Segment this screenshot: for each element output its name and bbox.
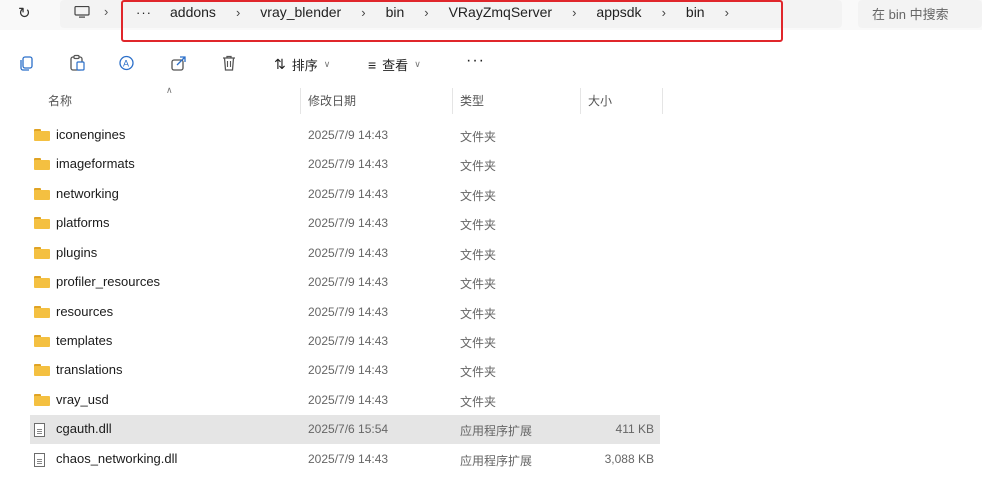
file-date: 2025/7/9 14:43 (308, 216, 389, 230)
list-item-folder[interactable]: networking 2025/7/9 14:43 文件夹 (30, 180, 660, 209)
file-type: 文件夹 (460, 189, 497, 203)
folder-icon (34, 129, 50, 141)
refresh-icon[interactable]: ↻ (18, 4, 31, 22)
file-type: 文件夹 (460, 336, 497, 350)
column-header-name[interactable]: 名称 (48, 92, 72, 109)
file-type: 文件夹 (460, 130, 497, 144)
file-date: 2025/7/9 14:43 (308, 363, 389, 377)
file-name: platforms (56, 215, 110, 230)
sort-icon: ⇅ (274, 56, 286, 72)
file-type: 文件夹 (460, 218, 497, 232)
file-type: 文件夹 (460, 277, 497, 291)
column-header-date[interactable]: 修改日期 (308, 92, 356, 109)
svg-text:A: A (123, 59, 129, 69)
file-type: 文件夹 (460, 248, 497, 262)
view-label: 查看 (382, 58, 409, 73)
chevron-down-icon: ∨ (323, 59, 331, 69)
folder-icon (34, 276, 50, 288)
view-button[interactable]: ≡ 查看 ∨ (368, 55, 421, 74)
file-name: profiler_resources (56, 274, 161, 289)
file-name: iconengines (56, 127, 126, 142)
delete-icon[interactable] (220, 54, 238, 72)
column-header-size[interactable]: 大小 (588, 92, 612, 109)
copy-icon[interactable] (18, 54, 36, 72)
folder-icon (34, 394, 50, 406)
column-header-type[interactable]: 类型 (460, 92, 484, 109)
column-headers: 名称 ∧ 修改日期 类型 大小 (0, 85, 982, 114)
list-item-folder[interactable]: profiler_resources 2025/7/9 14:43 文件夹 (30, 268, 660, 297)
file-type: 文件夹 (460, 365, 497, 379)
file-date: 2025/7/9 14:43 (308, 452, 389, 466)
file-date: 2025/7/6 15:54 (308, 422, 389, 436)
folder-icon (34, 188, 50, 200)
rename-icon[interactable]: A (118, 54, 136, 72)
file-name: imageformats (56, 156, 135, 171)
folder-icon (34, 335, 50, 347)
column-divider[interactable] (300, 88, 301, 114)
file-date: 2025/7/9 14:43 (308, 334, 389, 348)
file-name: chaos_networking.dll (56, 451, 178, 466)
file-date: 2025/7/9 14:43 (308, 128, 389, 142)
file-type: 应用程序扩展 (460, 454, 533, 468)
file-name: plugins (56, 245, 98, 260)
list-item-file[interactable]: chaos_networking.dll 2025/7/9 14:43 应用程序… (30, 445, 660, 474)
chevron-down-icon: ∨ (414, 59, 421, 69)
list-item-folder[interactable]: vray_usd 2025/7/9 14:43 文件夹 (30, 386, 660, 415)
search-input[interactable]: 在 bin 中搜索 (858, 0, 982, 28)
file-type: 应用程序扩展 (460, 424, 533, 438)
column-divider[interactable] (452, 88, 453, 114)
file-name: templates (56, 333, 113, 348)
list-item-folder[interactable]: platforms 2025/7/9 14:43 文件夹 (30, 209, 660, 238)
folder-icon (34, 306, 50, 318)
file-name: translations (56, 362, 123, 377)
list-item-file-selected[interactable]: cgauth.dll 2025/7/6 15:54 应用程序扩展 411 KB (30, 415, 660, 444)
computer-icon[interactable] (74, 6, 90, 18)
list-item-folder[interactable]: iconengines 2025/7/9 14:43 文件夹 (30, 121, 660, 150)
folder-icon (34, 247, 50, 259)
column-divider[interactable] (580, 88, 581, 114)
file-size: 411 KB (615, 422, 654, 436)
sort-button[interactable]: ⇅ 排序 ∨ (274, 55, 330, 74)
column-divider[interactable] (662, 88, 663, 114)
file-date: 2025/7/9 14:43 (308, 157, 389, 171)
folder-icon (34, 217, 50, 229)
dll-file-icon (34, 453, 45, 467)
file-type: 文件夹 (460, 395, 497, 409)
paste-icon[interactable] (68, 54, 86, 72)
sort-label: 排序 (291, 58, 318, 73)
file-type: 文件夹 (460, 159, 497, 173)
command-bar: A ⇅ 排序 ∨ ≡ 查看 ∨ ··· (0, 50, 982, 80)
list-item-folder[interactable]: resources 2025/7/9 14:43 文件夹 (30, 298, 660, 327)
more-options-button[interactable]: ··· (466, 52, 485, 70)
sort-ascending-icon: ∧ (166, 85, 173, 95)
list-item-folder[interactable]: translations 2025/7/9 14:43 文件夹 (30, 356, 660, 385)
list-item-folder[interactable]: plugins 2025/7/9 14:43 文件夹 (30, 239, 660, 268)
list-item-folder[interactable]: templates 2025/7/9 14:43 文件夹 (30, 327, 660, 356)
chevron-right-icon[interactable]: › (104, 4, 108, 19)
dll-file-icon (34, 423, 45, 437)
file-date: 2025/7/9 14:43 (308, 246, 389, 260)
address-bar-area: ↻ › ··· addons › vray_blender › bin › VR… (0, 0, 982, 42)
share-icon[interactable] (170, 54, 188, 72)
file-date: 2025/7/9 14:43 (308, 393, 389, 407)
file-date: 2025/7/9 14:43 (308, 305, 389, 319)
file-date: 2025/7/9 14:43 (308, 187, 389, 201)
file-name: cgauth.dll (56, 421, 112, 436)
file-name: resources (56, 304, 114, 319)
folder-icon (34, 158, 50, 170)
file-name: networking (56, 186, 119, 201)
highlight-box (121, 0, 783, 42)
file-size: 3,088 KB (604, 452, 654, 466)
file-name: vray_usd (56, 392, 109, 407)
view-icon: ≡ (368, 56, 377, 73)
folder-icon (34, 364, 50, 376)
file-date: 2025/7/9 14:43 (308, 275, 389, 289)
file-type: 文件夹 (460, 307, 497, 321)
list-item-folder[interactable]: imageformats 2025/7/9 14:43 文件夹 (30, 150, 660, 179)
